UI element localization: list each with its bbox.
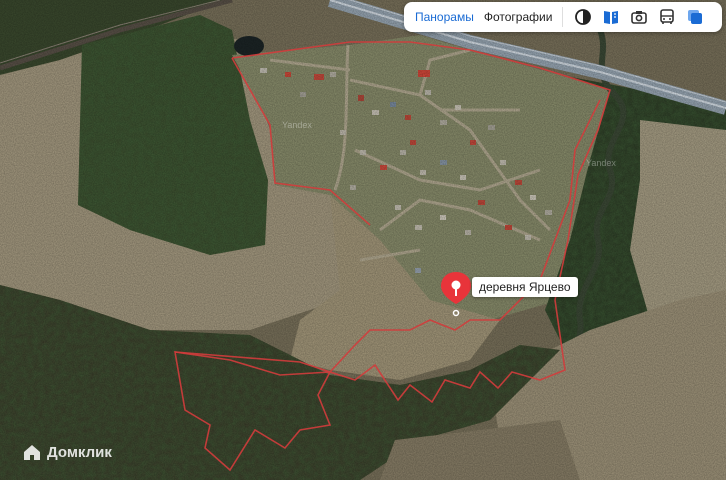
placemark-pin[interactable] [438,270,474,318]
toolbar-divider [562,7,564,27]
stack-button[interactable] [681,3,709,31]
camera-button[interactable] [625,3,653,31]
map-watermark-2: Yandex [586,158,616,168]
house-icon [24,445,40,460]
bus-button[interactable] [653,3,681,31]
bus-icon [660,9,675,24]
layers-button[interactable] [569,3,597,31]
book-icon [604,11,619,24]
map-toolbar: Панорамы Фотографии [404,2,722,32]
tab-panoramas[interactable]: Панорамы [410,10,479,24]
book-button[interactable] [597,3,625,31]
map-watermark-1: Yandex [282,120,312,130]
domclick-logo-text: Домклик [47,443,112,461]
satellite-map[interactable] [0,0,726,480]
camera-icon [631,11,648,24]
placemark-label[interactable]: деревня Ярцево [472,277,578,297]
layers-icon [575,9,592,25]
texture-overlay [0,0,726,480]
tab-photos[interactable]: Фотографии [479,10,558,24]
stack-icon [688,10,703,24]
domclick-logo[interactable]: Домклик [22,442,112,462]
